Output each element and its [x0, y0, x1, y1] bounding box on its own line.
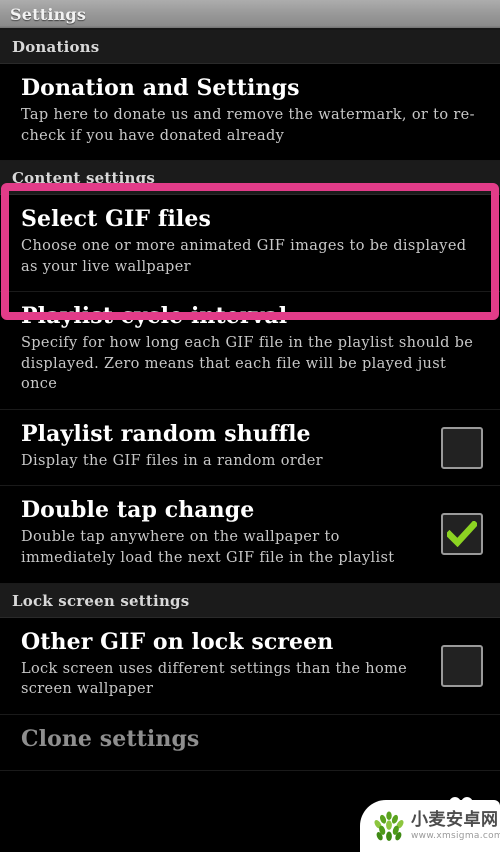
setting-summary: Double tap anywhere on the wallpaper to … — [21, 529, 395, 566]
setting-row-select-gif-files[interactable]: Select GIF files Choose one or more anim… — [0, 195, 500, 293]
window-title-bar: Settings — [0, 0, 500, 30]
setting-title: Playlist cycle interval — [21, 303, 288, 330]
checkbox-double-tap-change[interactable] — [441, 513, 483, 556]
setting-row-other-gif-on-lock-screen[interactable]: Other GIF on lock screen Lock screen use… — [0, 617, 500, 715]
site-watermark: 小麦安卓网 www.xmsigma.com — [360, 800, 500, 852]
setting-summary: Tap here to donate us and remove the wat… — [21, 106, 475, 144]
setting-row-playlist-random-shuffle[interactable]: Playlist random shuffle Display the GIF … — [0, 409, 500, 487]
section-header-label: Lock screen settings — [12, 591, 190, 610]
setting-title: Donation and Settings — [21, 75, 300, 101]
setting-title: Playlist random shuffle — [21, 420, 311, 447]
setting-title: Double tap change — [21, 497, 255, 524]
section-header-label: Content settings — [12, 169, 155, 188]
setting-title: Select GIF files — [21, 206, 211, 233]
checkmark-icon — [447, 521, 477, 548]
page-title: Settings — [10, 4, 87, 24]
setting-row-playlist-cycle-interval[interactable]: Playlist cycle interval Specify for how … — [0, 292, 500, 410]
setting-title: Other GIF on lock screen — [21, 628, 334, 655]
checkbox-playlist-random-shuffle[interactable] — [441, 426, 483, 469]
section-header-lock-screen-settings: Lock screen settings — [0, 583, 500, 618]
section-header-donations: Donations — [0, 30, 500, 64]
section-header-content-settings: Content settings — [0, 161, 500, 196]
setting-summary: Specify for how long each GIF file in th… — [21, 335, 474, 393]
watermark-url: www.xmsigma.com — [411, 830, 500, 841]
settings-list[interactable]: Donations Donation and Settings Tap here… — [0, 30, 500, 852]
setting-summary: Lock screen uses different settings than… — [21, 660, 408, 698]
watermark-ears-decoration — [449, 797, 473, 806]
section-header-label: Donations — [12, 38, 100, 56]
setting-row-double-tap-change[interactable]: Double tap change Double tap anywhere on… — [0, 486, 500, 584]
setting-row-donation-and-settings[interactable]: Donation and Settings Tap here to donate… — [0, 64, 500, 162]
setting-title: Clone settings — [21, 725, 200, 752]
watermark-brand: 小麦安卓网 — [411, 809, 499, 830]
setting-summary: Choose one or more animated GIF images t… — [21, 238, 467, 275]
setting-row-clone-settings[interactable]: Clone settings — [0, 714, 500, 771]
watermark-text: 小麦安卓网 www.xmsigma.com — [411, 809, 500, 841]
wheat-logo-icon — [374, 811, 404, 841]
setting-summary: Display the GIF files in a random order — [21, 452, 323, 469]
checkbox-other-gif-on-lock-screen[interactable] — [441, 644, 483, 687]
